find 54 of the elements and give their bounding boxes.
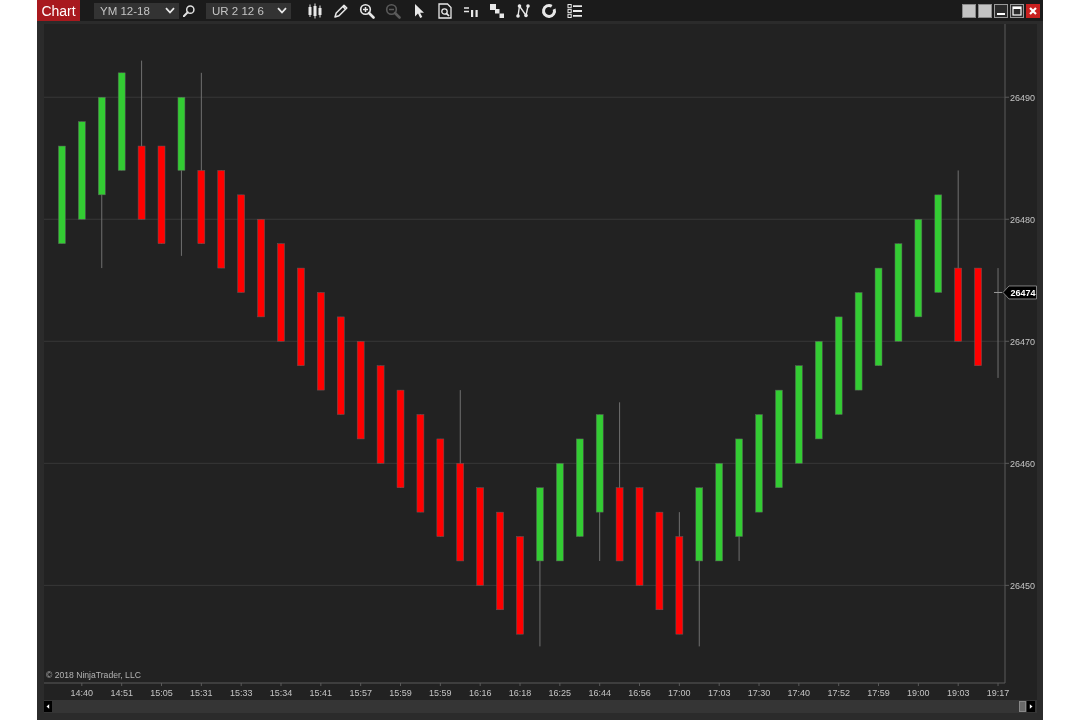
time-label: 19:00 [907,688,930,698]
instrument-dropdown[interactable]: YM 12-18 [94,2,179,19]
arrow-right-icon[interactable] [1027,701,1035,712]
time-label: 15:31 [190,688,213,698]
price-label: 26470 [1010,336,1036,347]
last-price-badge: 26474 [1002,285,1037,300]
candlestick-icon[interactable] [307,2,323,19]
time-label: 16:25 [548,688,572,698]
time-label: 17:40 [787,688,811,698]
search-icon[interactable] [183,4,195,17]
time-label: 15:05 [150,688,173,698]
zoom-in-icon[interactable] [359,2,375,19]
copyright-text: © 2018 NinjaTrader, LLC [46,670,141,680]
time-label: 19:03 [946,688,970,698]
time-label: 14:40 [70,688,94,698]
time-label: 19:17 [986,688,1010,698]
time-label: 16:56 [628,688,651,698]
time-label: 17:59 [867,688,890,698]
time-label: 17:30 [747,688,771,698]
close-icon[interactable] [1026,3,1040,18]
time-label: 14:51 [110,688,133,698]
time-label: 15:34 [269,688,293,698]
window-title: Chart [37,0,80,21]
time-label: 16:16 [468,688,492,698]
time-label: 17:03 [707,688,731,698]
maximize-icon[interactable] [1010,3,1024,18]
scrollbar-thumb[interactable] [1019,701,1026,712]
time-label: 15:33 [229,688,253,698]
square-icon[interactable] [978,3,992,18]
arrow-left-icon[interactable] [44,701,52,712]
time-label: 15:57 [349,688,372,698]
scrollbar[interactable] [44,700,1037,713]
node-graph-icon[interactable] [515,2,531,19]
time-label: 15:41 [309,688,333,698]
square-icon[interactable] [962,3,976,18]
time-label: 15:59 [389,688,412,698]
time-label: 17:00 [668,688,691,698]
chevron-down-icon [277,7,287,14]
ring-icon[interactable] [541,2,557,19]
time-label: 15:59 [429,688,452,698]
price-label: 26460 [1010,458,1036,469]
time-label: 16:18 [508,688,532,698]
price-label: 26480 [1010,214,1036,225]
price-label: 26490 [1010,92,1036,103]
price-label: 26450 [1010,580,1036,591]
pencil-icon[interactable] [333,2,349,19]
document-search-icon[interactable] [437,2,453,19]
chevron-down-icon [165,7,175,14]
list-icon[interactable] [567,2,583,19]
minimize-icon[interactable] [994,3,1008,18]
time-label: 17:52 [827,688,850,698]
bar-type-dropdown[interactable]: UR 2 12 6 [206,2,291,19]
stacked-squares-icon[interactable] [489,2,505,19]
time-label: 16:44 [588,688,611,698]
